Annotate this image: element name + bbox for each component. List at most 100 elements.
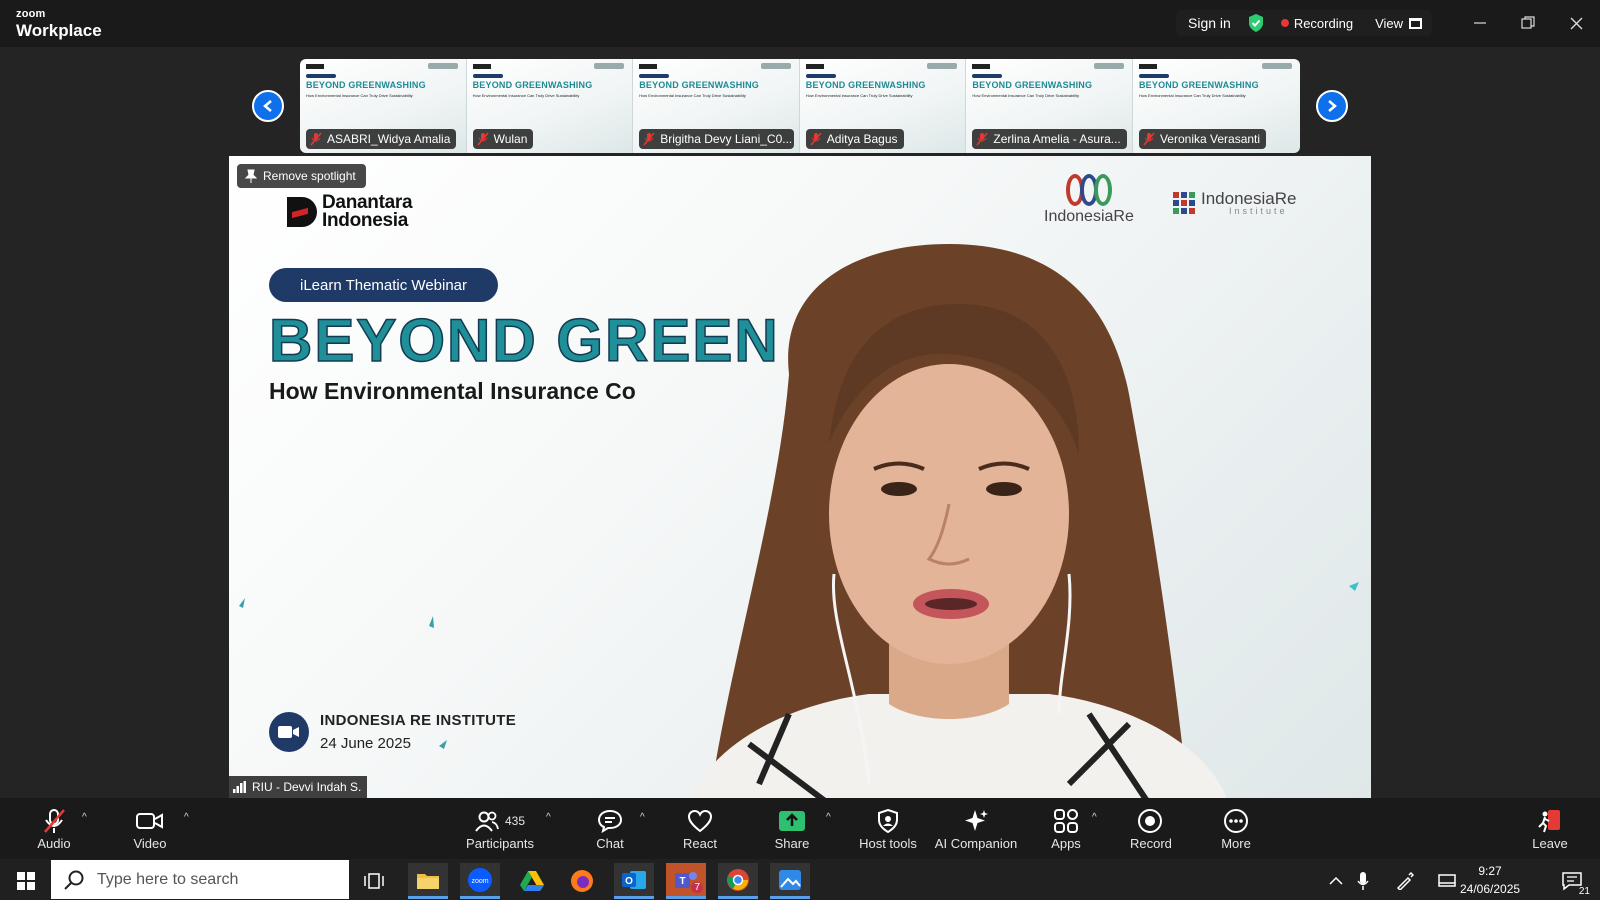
participant-name: ASABRI_Widya Amalia bbox=[327, 132, 451, 146]
pin-icon bbox=[245, 169, 257, 183]
sparkle-icon bbox=[965, 810, 988, 831]
slide-logo bbox=[927, 63, 958, 69]
ai-companion-button[interactable]: AI Companion bbox=[930, 806, 1022, 851]
close-icon[interactable] bbox=[1564, 12, 1588, 34]
share-screen-icon bbox=[779, 811, 805, 831]
video-label: Video bbox=[133, 836, 167, 851]
presenter-video bbox=[691, 244, 1227, 798]
firefox-app[interactable] bbox=[562, 863, 602, 899]
dot-grid-icon bbox=[1173, 192, 1195, 214]
microphone-tray-button[interactable] bbox=[1348, 863, 1378, 899]
participant-tile[interactable]: BEYOND GREENWASHING How Environmental In… bbox=[1132, 59, 1300, 153]
video-options-caret-icon[interactable]: ^ bbox=[184, 812, 189, 823]
participant-name: Zerlina Amelia - Asura... bbox=[993, 132, 1121, 146]
record-button[interactable]: Record bbox=[1130, 806, 1172, 851]
zoom-app[interactable]: zoom bbox=[460, 863, 500, 899]
chat-options-caret-icon[interactable]: ^ bbox=[640, 812, 645, 823]
svg-text:O: O bbox=[625, 876, 633, 887]
slide-subtitle: How Environmental Insurance Can Truly Dr… bbox=[1138, 93, 1246, 98]
restore-icon[interactable] bbox=[1516, 12, 1540, 34]
muted-mic-icon bbox=[643, 132, 655, 146]
participant-name: Wulan bbox=[493, 132, 528, 146]
slide-subtitle: How Environmental Insurance Can Truly Dr… bbox=[639, 93, 746, 98]
chrome-app[interactable] bbox=[718, 863, 758, 899]
clock-time: 9:27 bbox=[1478, 864, 1502, 878]
slide-subtitle: How Environmental Insurance Can Truly Dr… bbox=[306, 93, 413, 98]
file-explorer-app[interactable] bbox=[408, 863, 448, 899]
microphone-icon bbox=[1357, 872, 1369, 890]
recording-label: Recording bbox=[1293, 15, 1354, 31]
rings-icon bbox=[1044, 174, 1134, 206]
host-tools-label: Host tools bbox=[859, 836, 917, 851]
brand-top: zoom bbox=[16, 8, 46, 20]
participant-tile[interactable]: BEYOND GREENWASHING How Environmental In… bbox=[966, 59, 1133, 153]
clock-date: 24/06/2025 bbox=[1460, 882, 1521, 896]
minimize-icon[interactable] bbox=[1468, 12, 1492, 34]
teams-app[interactable]: T 7 bbox=[666, 863, 706, 899]
chevron-right-icon bbox=[1328, 100, 1337, 112]
windows-start-button[interactable] bbox=[6, 863, 46, 899]
react-button[interactable]: React bbox=[680, 806, 720, 851]
apps-button[interactable]: Apps bbox=[1046, 806, 1086, 851]
audio-button[interactable]: Audio bbox=[34, 806, 74, 851]
participants-icon bbox=[475, 811, 499, 832]
task-view-button[interactable] bbox=[354, 863, 394, 899]
slide-pill bbox=[639, 74, 670, 78]
google-drive-app[interactable] bbox=[512, 863, 552, 899]
outlook-app[interactable]: O bbox=[614, 863, 654, 899]
spotlight-video[interactable]: Danantara Indonesia IndonesiaRe Indonesi… bbox=[229, 156, 1371, 798]
apps-options-caret-icon[interactable]: ^ bbox=[1092, 812, 1097, 823]
slide-subtitle: How Environmental Insurance Co bbox=[269, 378, 636, 404]
brand-bottom: Workplace bbox=[16, 21, 102, 40]
participant-tile[interactable]: BEYOND GREENWASHING How Environmental In… bbox=[633, 59, 800, 153]
slide-title: BEYOND GREENWASHING bbox=[805, 80, 926, 90]
organizer-name: INDONESIA RE INSTITUTE bbox=[320, 712, 517, 729]
share-options-caret-icon[interactable]: ^ bbox=[826, 812, 831, 823]
encryption-shield-icon[interactable] bbox=[1247, 13, 1265, 33]
participant-tile[interactable]: BEYOND GREENWASHING How Environmental In… bbox=[300, 59, 467, 153]
notification-center-button[interactable]: 21 bbox=[1552, 863, 1592, 899]
display-tray-button[interactable] bbox=[1432, 863, 1462, 899]
host-tools-button[interactable]: Host tools bbox=[848, 806, 928, 851]
audio-options-caret-icon[interactable]: ^ bbox=[82, 812, 87, 823]
taskbar-clock[interactable]: 9:27 24/06/2025 bbox=[1460, 862, 1520, 898]
chat-button[interactable]: Chat bbox=[590, 806, 630, 851]
photos-app[interactable] bbox=[770, 863, 810, 899]
remove-spotlight-button[interactable]: Remove spotlight bbox=[237, 164, 366, 188]
windows-taskbar: Type here to search zoom O T 7 9:27 24/0… bbox=[0, 859, 1600, 900]
video-button[interactable]: Video bbox=[130, 806, 170, 851]
speaker-name-tag: RIU - Devvi Indah S. bbox=[229, 776, 368, 798]
more-dots-icon bbox=[1224, 809, 1248, 833]
more-label: More bbox=[1221, 836, 1251, 851]
slide-logo bbox=[1261, 63, 1292, 69]
participant-name: Brigitha Devy Liani_C0... bbox=[660, 132, 793, 146]
pen-tray-button[interactable] bbox=[1390, 863, 1420, 899]
more-button[interactable]: More bbox=[1216, 806, 1256, 851]
slide-pill bbox=[1138, 74, 1169, 78]
leave-button[interactable]: Leave bbox=[1530, 806, 1570, 851]
slide-logo bbox=[306, 64, 324, 69]
ai-companion-label: AI Companion bbox=[934, 836, 1018, 851]
participants-options-caret-icon[interactable]: ^ bbox=[546, 812, 551, 823]
view-button[interactable]: View bbox=[1365, 16, 1432, 31]
slide-logo bbox=[1138, 64, 1157, 69]
participant-tile[interactable]: BEYOND GREENWASHING How Environmental In… bbox=[466, 59, 634, 153]
apps-label: Apps bbox=[1051, 836, 1081, 851]
danantara-logo: Danantara Indonesia bbox=[287, 193, 413, 230]
chat-bubble-icon bbox=[597, 809, 623, 833]
participant-tile[interactable]: BEYOND GREENWASHING How Environmental In… bbox=[799, 59, 967, 153]
share-button[interactable]: Share bbox=[772, 806, 812, 851]
sign-in-button[interactable]: Sign in bbox=[1176, 15, 1243, 31]
gallery-prev-button[interactable] bbox=[252, 90, 284, 122]
gallery-next-button[interactable] bbox=[1316, 90, 1348, 122]
recording-indicator[interactable]: Recording bbox=[1275, 16, 1365, 31]
recording-dot-icon bbox=[1280, 19, 1289, 27]
taskbar-search-box[interactable]: Type here to search bbox=[51, 860, 349, 899]
title-bar: zoom Workplace Sign in Recording View bbox=[0, 0, 1600, 47]
muted-mic-icon bbox=[44, 809, 65, 833]
participant-name-tag: Zerlina Amelia - Asura... bbox=[972, 129, 1127, 149]
chevron-up-icon bbox=[1329, 876, 1343, 885]
participants-button[interactable]: 435 Participants bbox=[460, 806, 540, 851]
react-label: React bbox=[683, 836, 717, 851]
video-camera-icon bbox=[136, 813, 163, 829]
